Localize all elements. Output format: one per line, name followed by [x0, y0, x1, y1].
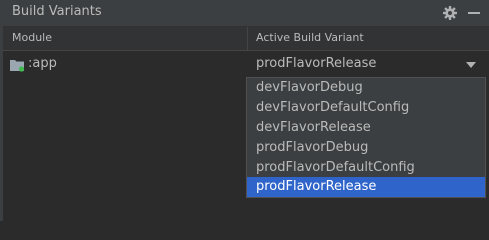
minimize-icon[interactable] [466, 5, 482, 21]
build-variant-combobox[interactable]: prodFlavorRelease [247, 54, 487, 76]
table-header: Module Active Build Variant [3, 27, 489, 51]
gear-icon[interactable] [442, 5, 458, 21]
dropdown-option-prodFlavorDefaultConfig[interactable]: prodFlavorDefaultConfig [247, 158, 485, 178]
table-row[interactable]: :app prodFlavorRelease [3, 51, 489, 78]
folder-icon [10, 60, 25, 72]
build-variant-dropdown: devFlavorDebug devFlavorDefaultConfig de… [246, 77, 486, 198]
column-header-module[interactable]: Module [12, 31, 52, 44]
dropdown-option-devFlavorDebug[interactable]: devFlavorDebug [247, 78, 485, 98]
panel-header: Build Variants [3, 0, 489, 27]
dropdown-option-prodFlavorRelease[interactable]: prodFlavorRelease [247, 177, 485, 197]
build-variant-value: prodFlavorRelease [256, 56, 377, 71]
dropdown-option-devFlavorDefaultConfig[interactable]: devFlavorDefaultConfig [247, 98, 485, 118]
column-header-active-build-variant[interactable]: Active Build Variant [256, 31, 364, 44]
dropdown-option-prodFlavorDebug[interactable]: prodFlavorDebug [247, 138, 485, 158]
chevron-down-icon[interactable] [466, 62, 476, 69]
panel-title: Build Variants [12, 4, 102, 19]
module-name: :app [28, 56, 57, 71]
build-variants-panel: Build Variants Module Active Build Varia… [0, 0, 489, 221]
dropdown-option-devFlavorRelease[interactable]: devFlavorRelease [247, 118, 485, 138]
column-divider[interactable] [247, 27, 248, 50]
